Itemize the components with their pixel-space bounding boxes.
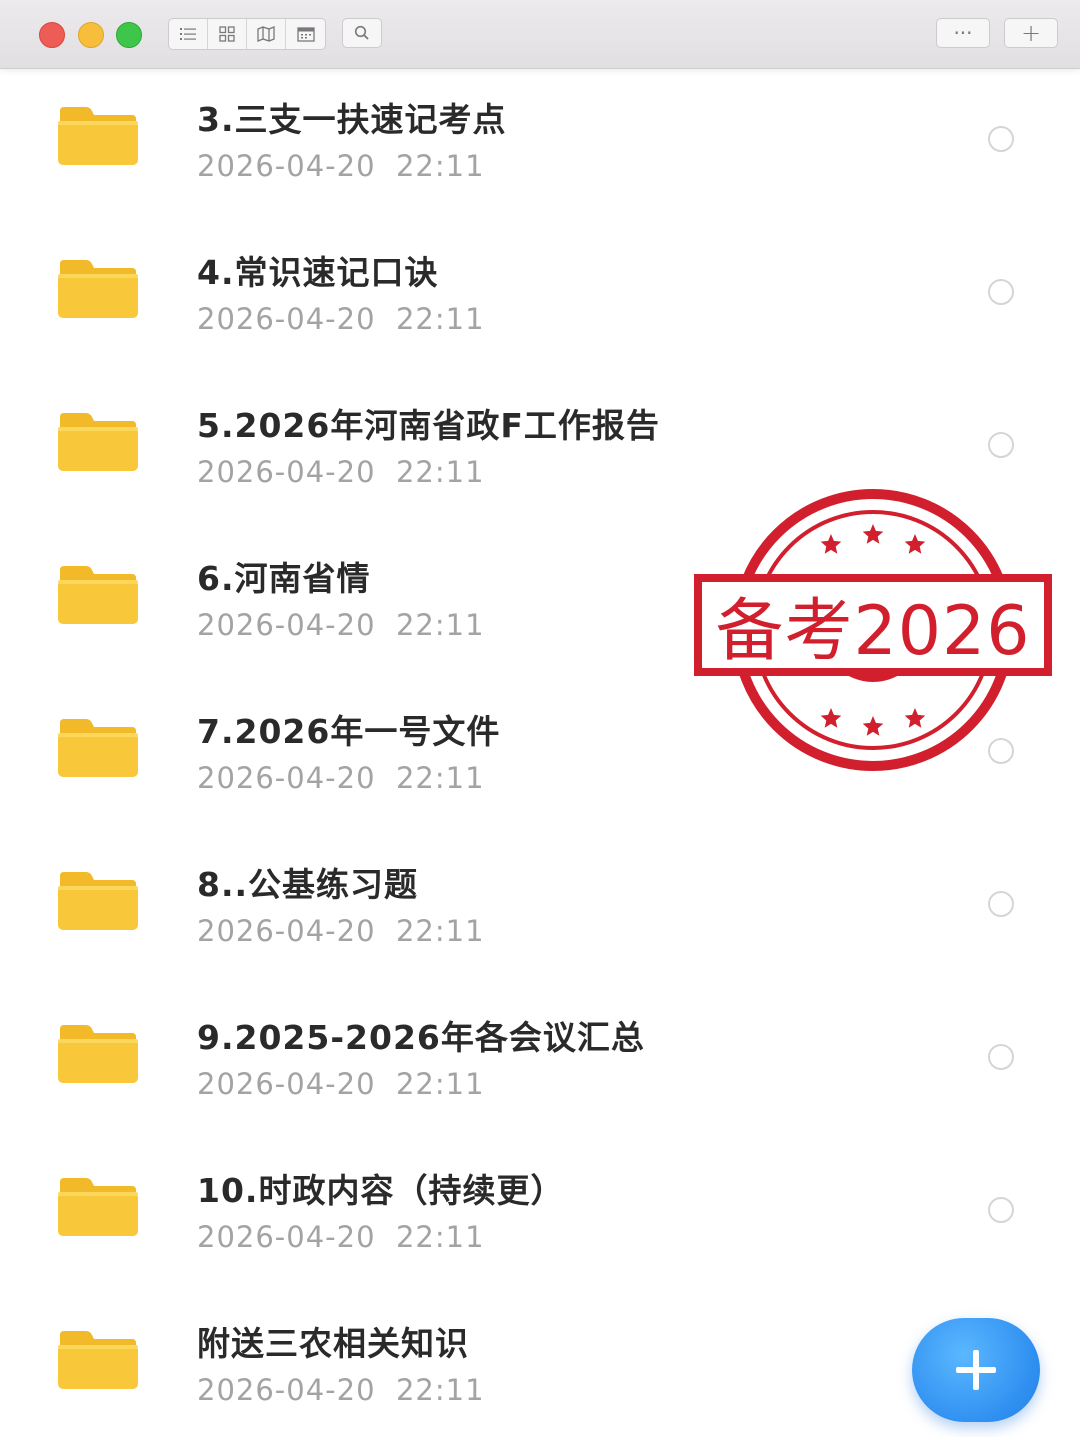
add-fab-button[interactable] — [912, 1318, 1040, 1422]
folder-icon — [58, 1025, 138, 1083]
map-view-icon — [257, 26, 275, 42]
file-name: 10.时政内容（持续更） — [197, 1171, 565, 1210]
add-item-button[interactable]: + — [1004, 18, 1058, 48]
list-item[interactable]: 9.2025-2026年各会议汇总 2026-04-20 22:11 — [0, 987, 1080, 1140]
folder-icon — [58, 566, 138, 624]
select-checkbox[interactable] — [988, 891, 1014, 917]
folder-icon — [58, 260, 138, 318]
folder-icon — [58, 872, 138, 930]
file-date: 2026-04-20 22:11 — [197, 1220, 485, 1254]
file-date: 2026-04-20 22:11 — [197, 914, 485, 948]
file-date: 2026-04-20 22:11 — [197, 1067, 485, 1101]
list-item[interactable]: 8..公基练习题 2026-04-20 22:11 — [0, 834, 1080, 987]
search-button[interactable] — [342, 18, 382, 48]
more-options-button[interactable]: ··· — [936, 18, 990, 48]
list-view-button[interactable] — [169, 19, 208, 49]
list-item[interactable]: 3.三支一扶速记考点 2026-04-20 22:11 — [0, 69, 1080, 222]
file-name: 4.常识速记口诀 — [197, 253, 439, 292]
list-item[interactable]: 10.时政内容（持续更） 2026-04-20 22:11 — [0, 1140, 1080, 1293]
stamp-text: 备考2026 — [715, 591, 1031, 671]
file-name: 5.2026年河南省政F工作报告 — [197, 406, 660, 445]
list-view-icon — [180, 28, 196, 40]
plus-icon — [956, 1350, 996, 1390]
file-date: 2026-04-20 22:11 — [197, 1373, 485, 1407]
select-checkbox[interactable] — [988, 432, 1014, 458]
file-name: 7.2026年一号文件 — [197, 712, 501, 751]
file-date: 2026-04-20 22:11 — [197, 608, 485, 642]
folder-icon — [58, 1331, 138, 1389]
maximize-window-button[interactable] — [116, 22, 142, 48]
folder-icon — [58, 413, 138, 471]
file-name: 附送三农相关知识 — [197, 1324, 469, 1363]
folder-icon — [58, 107, 138, 165]
minimize-window-button[interactable] — [78, 22, 104, 48]
file-name: 8..公基练习题 — [197, 865, 419, 904]
grid-view-icon — [219, 26, 235, 42]
list-item[interactable]: 4.常识速记口诀 2026-04-20 22:11 — [0, 222, 1080, 375]
view-mode-segmented-control — [168, 18, 326, 50]
file-name: 3.三支一扶速记考点 — [197, 100, 507, 139]
add-item-label: + — [1020, 19, 1042, 47]
file-name: 6.河南省情 — [197, 559, 371, 598]
folder-icon — [58, 719, 138, 777]
grid-view-button[interactable] — [208, 19, 247, 49]
file-date: 2026-04-20 22:11 — [197, 302, 485, 336]
select-checkbox[interactable] — [988, 126, 1014, 152]
file-date: 2026-04-20 22:11 — [197, 455, 485, 489]
folder-icon — [58, 1178, 138, 1236]
search-icon — [354, 25, 369, 40]
file-date: 2026-04-20 22:11 — [197, 149, 485, 183]
file-name: 9.2025-2026年各会议汇总 — [197, 1018, 645, 1057]
file-date: 2026-04-20 22:11 — [197, 761, 485, 795]
map-view-button[interactable] — [247, 19, 286, 49]
file-manager-window: ··· + 3.三支一扶速记考点 2026-04-20 22:11 4.常识速记… — [0, 0, 1080, 1437]
select-checkbox[interactable] — [988, 1044, 1014, 1070]
calendar-view-button[interactable] — [286, 19, 325, 49]
title-bar: ··· + — [0, 0, 1080, 69]
select-checkbox[interactable] — [988, 1197, 1014, 1223]
close-window-button[interactable] — [39, 22, 65, 48]
select-checkbox[interactable] — [988, 279, 1014, 305]
more-options-label: ··· — [953, 21, 973, 45]
calendar-view-icon — [296, 27, 315, 42]
exam-2026-stamp: 备考2026 — [690, 488, 1056, 772]
